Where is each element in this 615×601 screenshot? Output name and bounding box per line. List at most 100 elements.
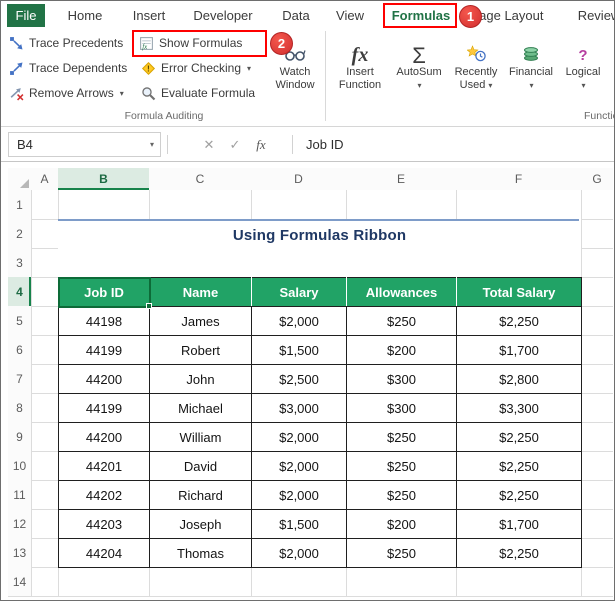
column-header-b[interactable]: B bbox=[58, 168, 149, 190]
table-cell[interactable]: $1,700 bbox=[456, 509, 582, 539]
table-cell[interactable]: William bbox=[149, 422, 252, 452]
table-cell[interactable]: $2,250 bbox=[456, 306, 582, 336]
evaluate-formula-button[interactable]: Evaluate Formula bbox=[141, 84, 255, 102]
row-header-12[interactable]: 12 bbox=[8, 509, 31, 538]
table-cell[interactable]: 44199 bbox=[58, 335, 150, 365]
column-header-e[interactable]: E bbox=[346, 168, 456, 190]
table-cell[interactable]: 44203 bbox=[58, 509, 150, 539]
insert-function-icon[interactable]: fx bbox=[249, 132, 273, 157]
tab-review[interactable]: Review bbox=[567, 4, 614, 27]
autosum-button[interactable]: Σ AutoSum ▾ bbox=[394, 32, 444, 92]
row-header-10[interactable]: 10 bbox=[8, 451, 31, 480]
row-header-2[interactable]: 2 bbox=[8, 219, 31, 248]
table-header-allowances[interactable]: Allowances bbox=[346, 277, 457, 307]
table-cell[interactable]: $300 bbox=[346, 364, 457, 394]
table-header-name[interactable]: Name bbox=[149, 277, 252, 307]
table-cell[interactable]: $2,000 bbox=[251, 480, 347, 510]
table-cell[interactable]: $2,500 bbox=[251, 364, 347, 394]
tab-view[interactable]: View bbox=[327, 4, 373, 27]
table-cell[interactable]: $250 bbox=[346, 422, 457, 452]
row-header-14[interactable]: 14 bbox=[8, 567, 31, 596]
table-cell[interactable]: $250 bbox=[346, 538, 457, 568]
tab-home[interactable]: Home bbox=[61, 4, 109, 27]
table-cell[interactable]: Joseph bbox=[149, 509, 252, 539]
table-cell[interactable]: 44201 bbox=[58, 451, 150, 481]
financial-button[interactable]: Financial ▾ bbox=[506, 32, 556, 92]
table-cell[interactable]: 44204 bbox=[58, 538, 150, 568]
table-cell[interactable]: $1,500 bbox=[251, 335, 347, 365]
table-cell[interactable]: John bbox=[149, 364, 252, 394]
row-header-6[interactable]: 6 bbox=[8, 335, 31, 364]
table-cell[interactable]: 44199 bbox=[58, 393, 150, 423]
row-header-7[interactable]: 7 bbox=[8, 364, 31, 393]
trace-precedents-button[interactable]: Trace Precedents bbox=[9, 34, 123, 52]
table-cell[interactable]: $200 bbox=[346, 509, 457, 539]
tab-file[interactable]: File bbox=[7, 4, 45, 27]
table-cell[interactable]: Thomas bbox=[149, 538, 252, 568]
table-cell[interactable]: James bbox=[149, 306, 252, 336]
table-cell[interactable]: $2,250 bbox=[456, 451, 582, 481]
name-box[interactable]: B4 ▾ bbox=[8, 132, 161, 157]
chevron-down-icon: ▾ bbox=[581, 81, 586, 90]
table-cell[interactable]: $2,250 bbox=[456, 480, 582, 510]
table-cell[interactable]: Robert bbox=[149, 335, 252, 365]
table-cell[interactable]: $3,300 bbox=[456, 393, 582, 423]
table-cell[interactable]: $200 bbox=[346, 335, 457, 365]
logical-button[interactable]: ? Logical ▾ bbox=[558, 32, 608, 92]
selected-cell-b4[interactable]: Job ID bbox=[57, 276, 152, 309]
column-header-f[interactable]: F bbox=[456, 168, 581, 190]
error-checking-button[interactable]: ! Error Checking ▾ bbox=[141, 59, 251, 77]
table-cell[interactable]: $2,000 bbox=[251, 538, 347, 568]
table-cell[interactable]: 44200 bbox=[58, 364, 150, 394]
formula-bar-content[interactable]: Job ID bbox=[306, 132, 344, 157]
name-box-chevron-icon[interactable]: ▾ bbox=[150, 140, 154, 149]
row-header-5[interactable]: 5 bbox=[8, 306, 31, 335]
trace-dependents-button[interactable]: Trace Dependents bbox=[9, 59, 127, 77]
table-cell[interactable]: $1,700 bbox=[456, 335, 582, 365]
formula-auditing-group-label: Formula Auditing bbox=[124, 110, 204, 122]
enter-icon[interactable]: ✓ bbox=[223, 132, 247, 157]
table-cell[interactable]: $300 bbox=[346, 393, 457, 423]
table-cell[interactable]: $3,000 bbox=[251, 393, 347, 423]
table-cell[interactable]: Richard bbox=[149, 480, 252, 510]
table-cell[interactable]: $2,800 bbox=[456, 364, 582, 394]
table-cell[interactable]: $250 bbox=[346, 480, 457, 510]
column-header-g[interactable]: G bbox=[581, 168, 613, 190]
table-cell[interactable]: $2,250 bbox=[456, 422, 582, 452]
table-header-salary[interactable]: Salary bbox=[251, 277, 347, 307]
row-header-1[interactable]: 1 bbox=[8, 190, 31, 219]
table-cell[interactable]: $2,000 bbox=[251, 451, 347, 481]
row-header-11[interactable]: 11 bbox=[8, 480, 31, 509]
select-all-corner[interactable] bbox=[8, 168, 31, 190]
table-cell[interactable]: $1,500 bbox=[251, 509, 347, 539]
table-cell[interactable]: 44202 bbox=[58, 480, 150, 510]
row-header-9[interactable]: 9 bbox=[8, 422, 31, 451]
column-header-a[interactable]: A bbox=[31, 168, 58, 190]
remove-arrows-button[interactable]: Remove Arrows ▾ bbox=[9, 84, 124, 102]
table-cell[interactable]: $250 bbox=[346, 306, 457, 336]
table-row: 44199 Robert $1,500 $200 $1,700 bbox=[58, 335, 582, 365]
row-header-3[interactable]: 3 bbox=[8, 248, 31, 277]
cancel-icon[interactable]: ✕ bbox=[197, 132, 221, 157]
tab-insert[interactable]: Insert bbox=[125, 4, 173, 27]
recently-used-button[interactable]: Recently Used ▾ bbox=[448, 32, 504, 92]
tab-data[interactable]: Data bbox=[273, 4, 319, 27]
table-cell[interactable]: 44198 bbox=[58, 306, 150, 336]
table-cell[interactable]: $2,000 bbox=[251, 422, 347, 452]
column-header-c[interactable]: C bbox=[149, 168, 251, 190]
row-header-13[interactable]: 13 bbox=[8, 538, 31, 567]
row-header-4[interactable]: 4 bbox=[8, 277, 31, 306]
table-cell[interactable]: $2,000 bbox=[251, 306, 347, 336]
column-header-d[interactable]: D bbox=[251, 168, 346, 190]
table-cell[interactable]: David bbox=[149, 451, 252, 481]
insert-function-button[interactable]: fx Insert Function bbox=[331, 32, 389, 92]
row-header-8[interactable]: 8 bbox=[8, 393, 31, 422]
table-cell[interactable]: 44200 bbox=[58, 422, 150, 452]
table-cell[interactable]: $250 bbox=[346, 451, 457, 481]
tab-developer[interactable]: Developer bbox=[185, 4, 261, 27]
table-header-total-salary[interactable]: Total Salary bbox=[456, 277, 582, 307]
table-cell[interactable]: Michael bbox=[149, 393, 252, 423]
title-zone[interactable]: Using Formulas Ribbon bbox=[58, 219, 581, 277]
table-cell[interactable]: $2,250 bbox=[456, 538, 582, 568]
fill-handle[interactable] bbox=[146, 303, 152, 309]
